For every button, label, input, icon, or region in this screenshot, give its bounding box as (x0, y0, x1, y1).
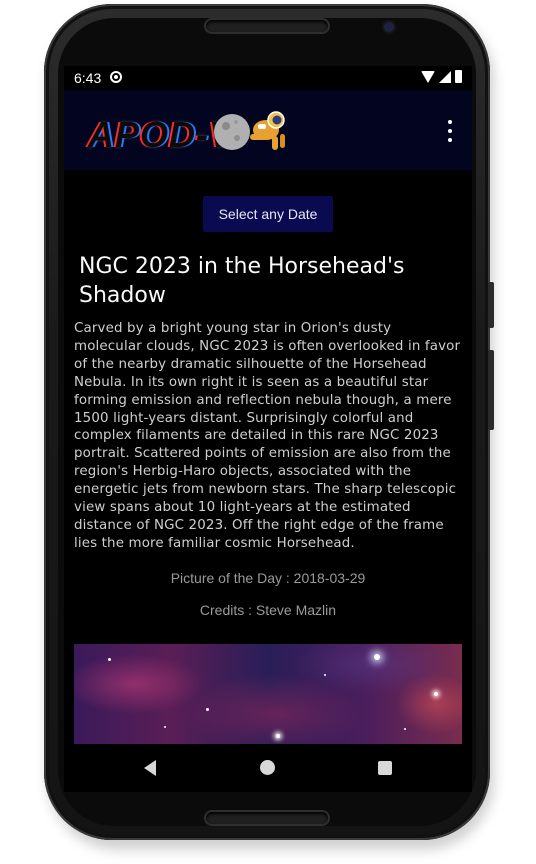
status-bar: 6:43 (64, 66, 472, 90)
power-button (488, 282, 494, 328)
sync-icon (110, 71, 122, 83)
star (276, 734, 280, 738)
home-icon[interactable] (260, 760, 275, 775)
dot (448, 129, 452, 133)
star (434, 692, 438, 696)
star (164, 726, 166, 728)
bottom-speaker (206, 812, 328, 824)
front-camera (384, 22, 394, 32)
app-bar: APOD-V (64, 90, 472, 170)
wifi-icon (421, 70, 435, 83)
screen: 6:43 APOD-V Select any Date NGC 2023 in … (64, 66, 472, 792)
recents-icon[interactable] (378, 761, 392, 775)
astronaut-icon (214, 111, 285, 150)
apod-title: NGC 2023 in the Horsehead's Shadow (79, 254, 405, 308)
dot (448, 138, 452, 142)
dot (448, 120, 452, 124)
main-content: Select any Date NGC 2023 in the Horsehea… (64, 170, 472, 744)
credits: Credits : Steve Mazlin (199, 602, 337, 618)
more-vert-icon[interactable] (442, 120, 458, 142)
star (324, 674, 326, 676)
status-time: 6:43 (74, 70, 102, 86)
back-icon[interactable] (144, 760, 156, 776)
system-nav-bar (64, 744, 472, 792)
apod-image (74, 644, 462, 744)
app-logo: APOD-V (86, 108, 286, 156)
star (108, 658, 111, 661)
battery-icon (455, 70, 462, 83)
cellular-icon (439, 70, 451, 83)
volume-button (488, 350, 494, 430)
select-date-button[interactable]: Select any Date (203, 196, 333, 232)
star (404, 728, 406, 730)
picture-date: Picture of the Day : 2018-03-29 (170, 570, 366, 586)
star (374, 654, 380, 660)
star (206, 708, 209, 711)
earpiece-speaker (206, 20, 328, 32)
apod-explanation: Carved by a bright young star in Orion's… (74, 321, 461, 551)
status-icons (421, 70, 462, 83)
